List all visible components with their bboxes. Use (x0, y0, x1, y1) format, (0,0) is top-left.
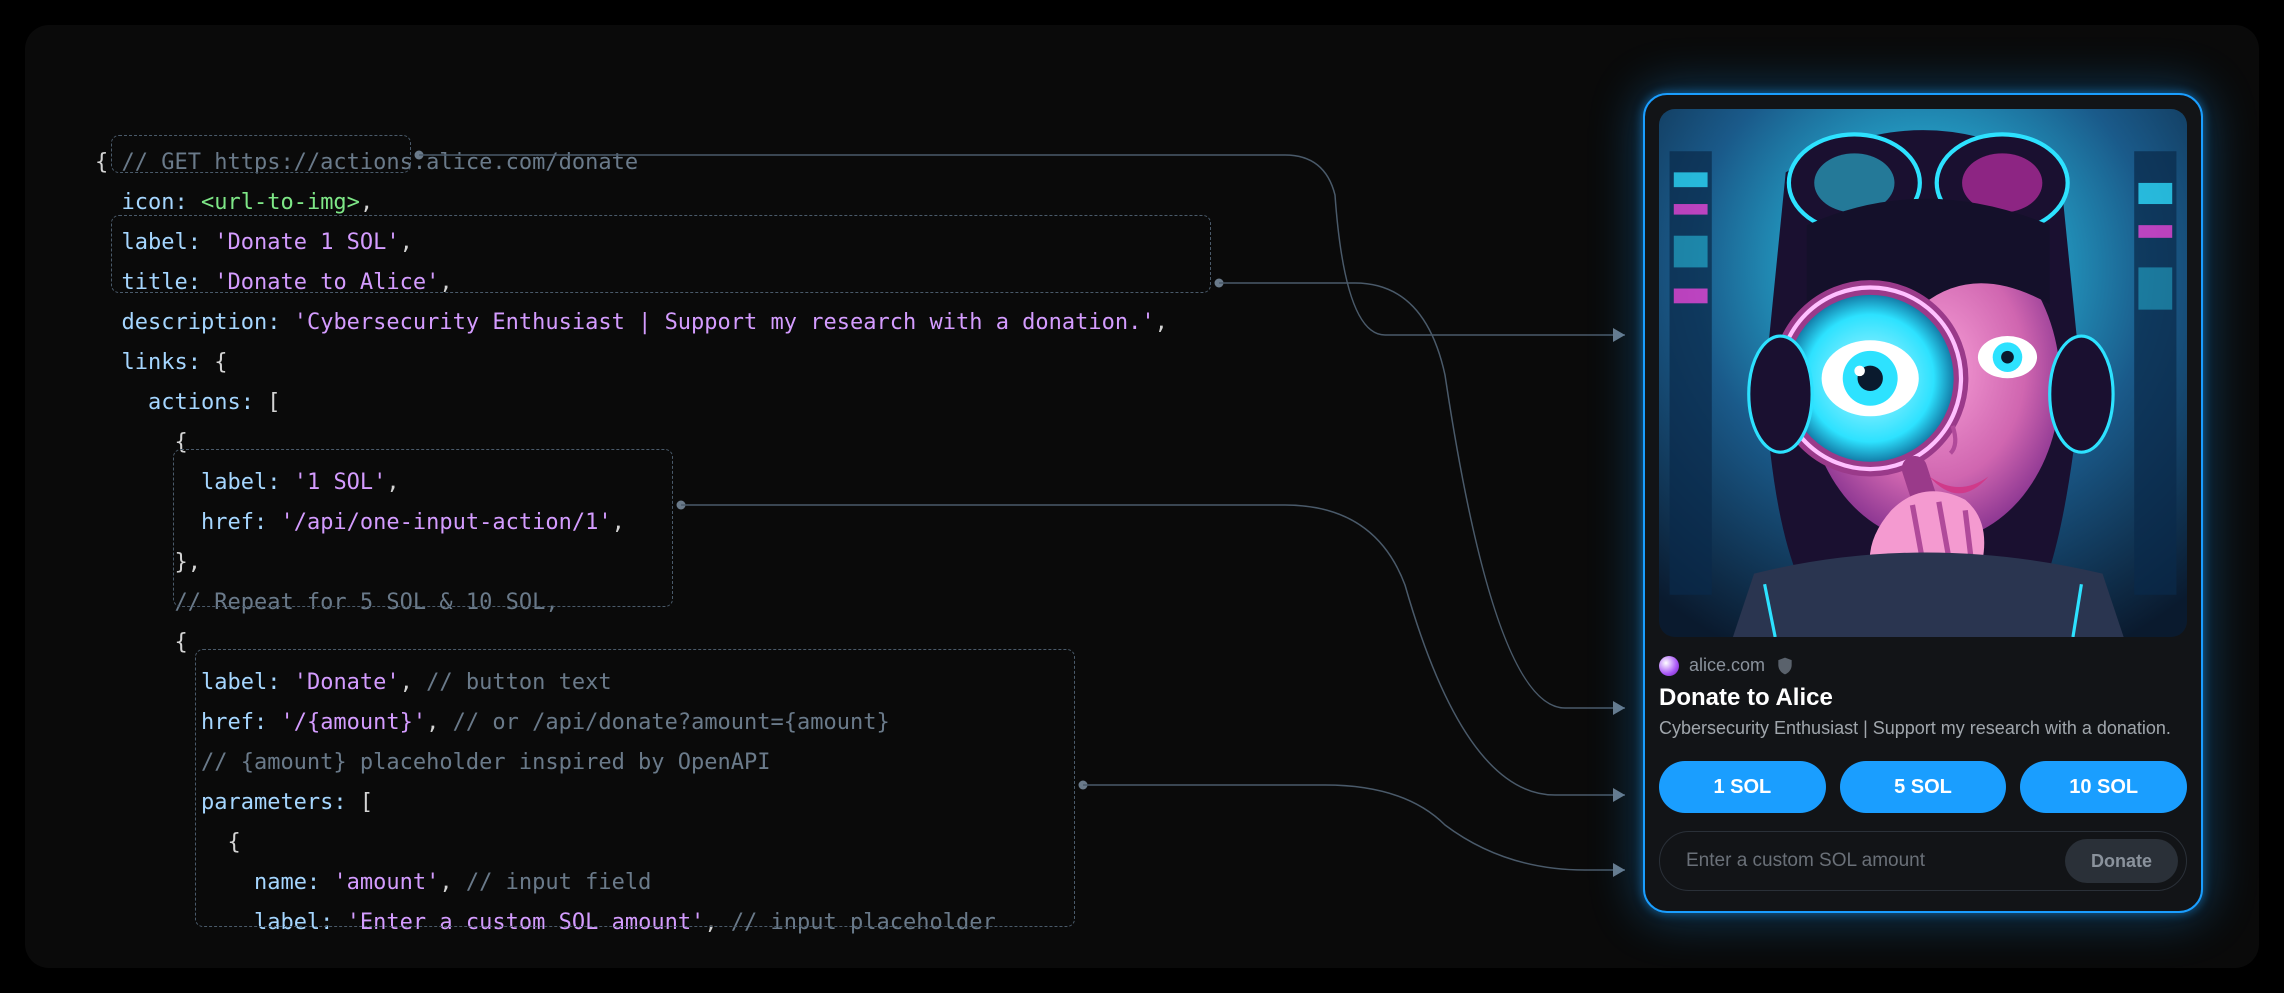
code-val-action0-href: '/api/one-input-action/1' (280, 510, 611, 535)
code-key-description: description: (122, 310, 281, 335)
domain-favicon-icon (1659, 656, 1679, 676)
code-val-description: 'Cybersecurity Enthusiast | Support my r… (294, 310, 1155, 335)
code-key-action1-label: label: (201, 670, 280, 695)
code-key-param-label: label: (254, 910, 333, 935)
card-description: Cybersecurity Enthusiast | Support my re… (1659, 718, 2187, 739)
code-comment-input-field: // input field (466, 870, 651, 895)
code-key-label: label: (122, 230, 201, 255)
donate-1sol-button[interactable]: 1 SOL (1659, 761, 1826, 813)
code-val-action1-href: '/{amount}' (280, 710, 426, 735)
donate-custom-button[interactable]: Donate (2065, 839, 2178, 883)
cyberpunk-illustration (1659, 109, 2187, 637)
code-block: { // GET https://actions.alice.com/donat… (95, 103, 1168, 943)
card-domain-row: alice.com (1659, 655, 2187, 676)
code-val-param-name: 'amount' (333, 870, 439, 895)
code-val-label: 'Donate 1 SOL' (214, 230, 399, 255)
code-val-action0-label: '1 SOL' (294, 470, 387, 495)
code-comment-button-text: // button text (426, 670, 611, 695)
code-comment-input-placeholder: // input placeholder (731, 910, 996, 935)
custom-amount-input[interactable] (1686, 850, 2065, 872)
code-key-icon: icon: (122, 190, 188, 215)
action-card: alice.com Donate to Alice Cybersecurity … (1643, 93, 2203, 913)
code-val-action1-label: 'Donate' (294, 670, 400, 695)
code-key-links: links: (122, 350, 201, 375)
code-key-action1-href: href: (201, 710, 267, 735)
code-key-param-name: name: (254, 870, 320, 895)
code-val-param-label: 'Enter a custom SOL amount' (347, 910, 705, 935)
card-button-row: 1 SOL 5 SOL 10 SOL (1659, 761, 2187, 813)
diagram-canvas: { // GET https://actions.alice.com/donat… (25, 25, 2259, 968)
donate-10sol-button[interactable]: 10 SOL (2020, 761, 2187, 813)
code-key-parameters: parameters: (201, 790, 347, 815)
code-comment-get: // GET https://actions.alice.com/donate (122, 150, 639, 175)
code-key-title: title: (122, 270, 201, 295)
code-key-action0-label: label: (201, 470, 280, 495)
donate-5sol-button[interactable]: 5 SOL (1840, 761, 2007, 813)
code-key-actions: actions: (148, 390, 254, 415)
code-val-icon: <url-to-img> (201, 190, 360, 215)
code-val-title: 'Donate to Alice' (214, 270, 439, 295)
shield-icon (1775, 656, 1795, 676)
code-key-action0-href: href: (201, 510, 267, 535)
card-image (1659, 109, 2187, 637)
card-title: Donate to Alice (1659, 684, 2187, 712)
card-domain: alice.com (1689, 655, 1765, 676)
custom-amount-row: Donate (1659, 831, 2187, 891)
code-comment-repeat: // Repeat for 5 SOL & 10 SOL, (174, 590, 558, 615)
code-comment-href-alt: // or /api/donate?amount={amount} (453, 710, 890, 735)
code-comment-placeholder: // {amount} placeholder inspired by Open… (201, 750, 771, 775)
